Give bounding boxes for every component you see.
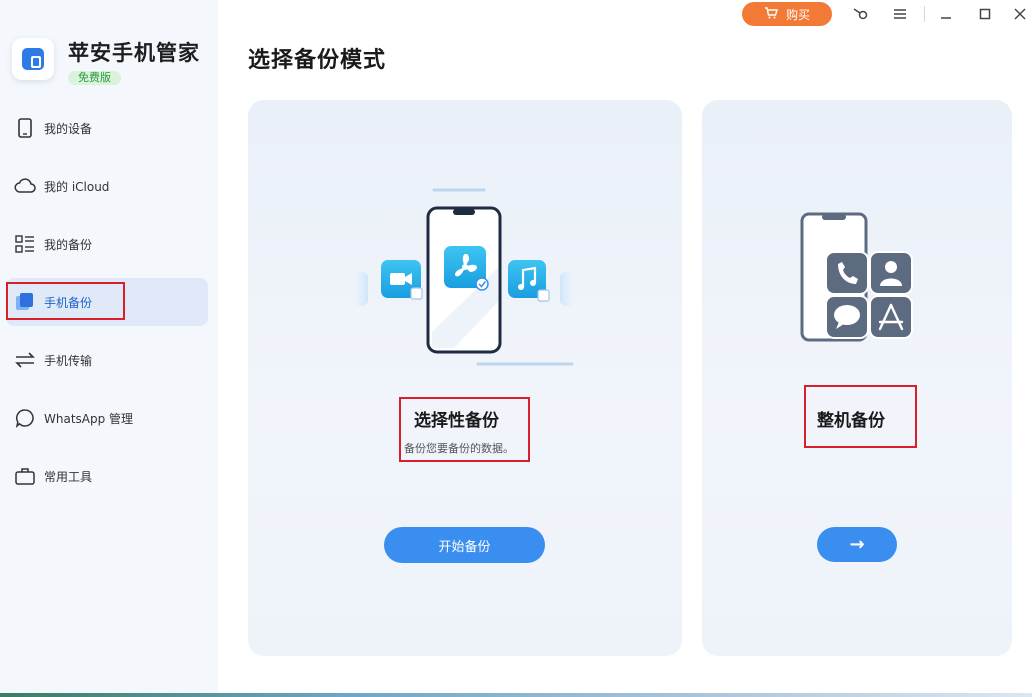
- toolbox-icon: [14, 465, 36, 487]
- minimize-icon[interactable]: [934, 3, 958, 25]
- sidebar-item-icloud[interactable]: 我的 iCloud: [6, 162, 208, 210]
- sidebar-item-label: 手机备份: [44, 295, 93, 310]
- sidebar-item-my-backup[interactable]: 我的备份: [6, 220, 208, 268]
- close-icon[interactable]: [1008, 3, 1032, 25]
- sidebar-item-phone-backup[interactable]: 手机备份: [6, 278, 208, 326]
- sidebar-item-my-device[interactable]: 我的设备: [6, 104, 208, 152]
- full-backup-title: 整机备份: [817, 411, 885, 431]
- app-name: 苹安手机管家: [68, 41, 200, 65]
- sidebar: 苹安手机管家 免费版 我的设备 我的 iCloud 我的备份 手机备份 手机传输…: [0, 0, 218, 697]
- chat-bubble-icon: [14, 407, 36, 429]
- titlebar-divider: [924, 6, 925, 22]
- menu-icon[interactable]: [888, 3, 912, 25]
- selective-backup-title: 选择性备份: [414, 411, 499, 431]
- sidebar-item-label: 常用工具: [44, 469, 93, 484]
- sidebar-item-tools[interactable]: 常用工具: [6, 452, 208, 500]
- sidebar-item-label: 我的备份: [44, 237, 93, 252]
- buy-label: 购买: [785, 7, 810, 22]
- sidebar-item-phone-transfer[interactable]: 手机传输: [6, 336, 208, 384]
- brand: 苹安手机管家 免费版: [12, 38, 200, 85]
- full-backup-illustration-icon: [800, 212, 913, 342]
- full-backup-card[interactable]: 整机备份 →: [702, 100, 1012, 656]
- bottom-strip: [0, 693, 1032, 697]
- sidebar-item-label: 我的设备: [44, 121, 93, 136]
- selective-backup-card[interactable]: 选择性备份 备份您要备份的数据。 开始备份: [248, 100, 682, 656]
- sidebar-item-label: WhatsApp 管理: [44, 411, 134, 426]
- page-title: 选择备份模式: [248, 48, 387, 73]
- maximize-icon[interactable]: [973, 3, 997, 25]
- cart-icon: [764, 6, 778, 22]
- edition-badge: 免费版: [68, 71, 121, 85]
- buy-button[interactable]: 购买: [742, 2, 832, 26]
- app-logo-icon: [12, 38, 54, 80]
- selective-backup-illustration-icon: [352, 188, 576, 366]
- sidebar-item-label: 手机传输: [44, 353, 93, 368]
- phone-icon: [14, 117, 36, 139]
- list-icon: [14, 233, 36, 255]
- selective-backup-desc: 备份您要备份的数据。: [404, 442, 514, 455]
- key-icon[interactable]: [848, 3, 872, 25]
- cloud-icon: [14, 175, 36, 197]
- backup-icon: [14, 291, 36, 313]
- transfer-icon: [14, 349, 36, 371]
- sidebar-item-label: 我的 iCloud: [44, 179, 110, 194]
- full-backup-arrow-button[interactable]: →: [817, 527, 897, 562]
- start-backup-button[interactable]: 开始备份: [384, 527, 545, 563]
- sidebar-item-whatsapp[interactable]: WhatsApp 管理: [6, 394, 208, 442]
